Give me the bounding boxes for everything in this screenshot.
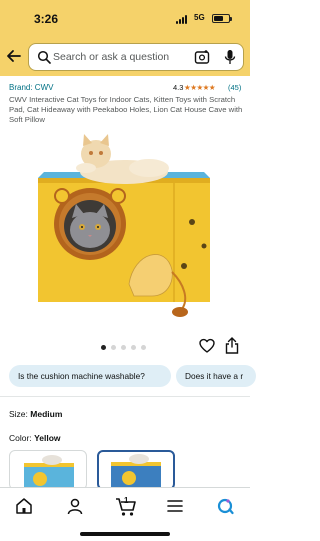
pagination-dot[interactable] [141,345,146,350]
product-title: CWV Interactive Cat Toys for Indoor Cats… [9,95,243,124]
microphone-icon[interactable] [223,49,237,65]
swatch-thumbnail [111,454,161,488]
swatch-thumbnail [24,455,74,489]
battery-icon [212,14,232,23]
color-label: Color: [9,433,32,443]
pagination-dot[interactable] [101,345,106,350]
search-placeholder: Search or ask a question [53,51,170,63]
ai-assistant-icon[interactable] [216,497,234,515]
size-value: Medium [30,409,63,419]
network-type: 5G [194,13,205,22]
review-count-link[interactable]: (45) [228,83,241,92]
home-indicator [80,532,170,536]
camera-icon[interactable] [194,49,210,65]
cart-count: 1 [124,496,129,505]
brand-link[interactable]: Brand: CWV [9,83,53,92]
back-arrow-icon[interactable] [6,48,22,64]
rating-value: 4.3 [173,83,184,92]
pagination-dot[interactable] [121,345,126,350]
heart-icon[interactable] [199,338,215,354]
menu-icon[interactable] [166,497,184,515]
question-chip[interactable]: Is the cushion machine washable? [9,365,171,387]
section-divider [0,396,250,397]
pagination-dot[interactable] [111,345,116,350]
color-swatch-option-selected[interactable] [97,450,175,490]
pagination-dot[interactable] [131,345,136,350]
battery-level [214,16,223,21]
product-image[interactable] [34,134,214,324]
color-selector: Color: Yellow [9,433,61,443]
home-icon[interactable] [15,497,33,515]
signal-icon [176,15,190,24]
color-swatch-option[interactable] [9,450,87,490]
cart-button[interactable]: 1 [115,495,137,517]
size-label: Size: [9,409,28,419]
account-icon[interactable] [66,497,84,515]
rating-stars[interactable]: ★★★★★ [184,83,216,92]
status-time: 3:26 [34,12,59,26]
status-bar: 3:26 5G [0,0,250,38]
search-icon [37,50,51,64]
search-input[interactable]: Search or ask a question [28,43,244,71]
brand-rating-row: Brand: CWV 4.3 ★★★★★ (45) [9,83,244,95]
share-icon[interactable] [225,337,239,354]
question-chip[interactable]: Does it have a r [176,365,256,387]
size-selector: Size: Medium [9,409,62,419]
header-search-bar: Search or ask a question [0,38,250,76]
color-value: Yellow [34,433,61,443]
